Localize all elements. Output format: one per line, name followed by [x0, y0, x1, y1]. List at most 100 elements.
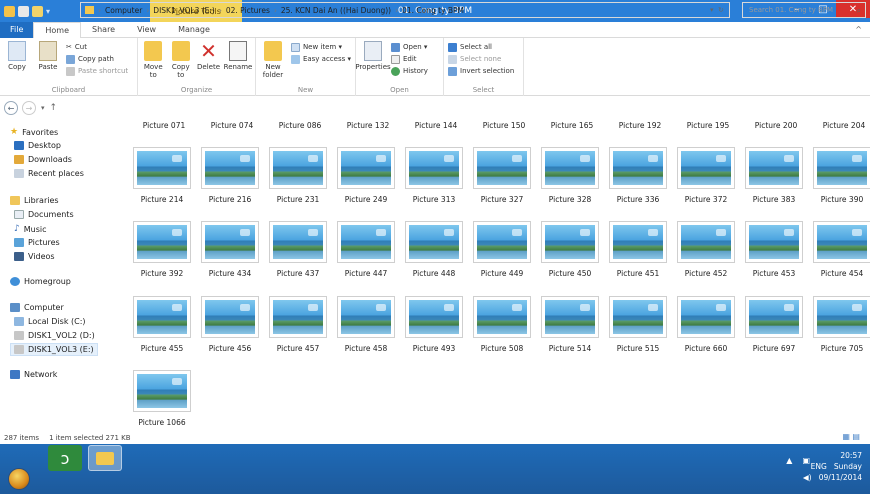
file-label[interactable]: Picture 313 — [400, 195, 468, 204]
picture-thumbnail[interactable] — [609, 147, 667, 189]
taskbar-app-green-icon[interactable]: ↄ — [48, 445, 82, 471]
file-label[interactable]: Picture 392 — [128, 269, 196, 278]
recent-locations-chevron-icon[interactable]: ▾ — [41, 104, 45, 112]
refresh-icon[interactable]: ↻ — [718, 6, 724, 14]
file-label[interactable]: Picture 697 — [740, 344, 808, 353]
file-label[interactable]: Picture 458 — [332, 344, 400, 353]
file-label[interactable]: Picture 214 — [128, 195, 196, 204]
select-all-button[interactable]: Select all — [448, 42, 514, 52]
picture-thumbnail[interactable] — [541, 296, 599, 338]
copy-path-button[interactable]: Copy path — [66, 54, 128, 64]
tab-share[interactable]: Share — [81, 22, 126, 38]
tab-manage[interactable]: Manage — [167, 22, 221, 38]
file-label[interactable]: Picture 434 — [196, 269, 264, 278]
picture-thumbnail[interactable] — [133, 370, 191, 412]
file-label[interactable]: Picture 705 — [808, 344, 870, 353]
view-toggle-icon[interactable]: ▦ ▤ — [842, 432, 860, 441]
picture-thumbnail[interactable] — [677, 221, 735, 263]
back-button[interactable]: ← — [4, 101, 18, 115]
file-label[interactable]: Picture 086 — [266, 121, 334, 130]
new-item-button[interactable]: New item ▾ — [290, 42, 351, 52]
nav-local-disk[interactable]: Local Disk (C:) — [14, 317, 86, 326]
file-label[interactable]: Picture 457 — [264, 344, 332, 353]
picture-thumbnail[interactable] — [337, 296, 395, 338]
picture-thumbnail[interactable] — [269, 147, 327, 189]
file-label[interactable]: Picture 450 — [536, 269, 604, 278]
file-label[interactable]: Picture 195 — [674, 121, 742, 130]
nav-music[interactable]: ♪ Music — [14, 224, 47, 234]
file-label[interactable]: Picture 328 — [536, 195, 604, 204]
file-label[interactable]: Picture 453 — [740, 269, 808, 278]
nav-homegroup[interactable]: Homegroup — [10, 277, 71, 286]
nav-libraries[interactable]: Libraries — [10, 196, 59, 205]
up-arrow-icon[interactable]: ↑ — [50, 103, 58, 113]
picture-thumbnail[interactable] — [745, 147, 803, 189]
file-label[interactable]: Picture 327 — [468, 195, 536, 204]
select-none-button[interactable]: Select none — [448, 54, 514, 64]
breadcrumb-pictures[interactable]: 02. Pictures — [226, 6, 270, 15]
breadcrumb-cong-ty-bpm[interactable]: 01. Cong ty BPM — [402, 6, 464, 15]
nav-documents[interactable]: Documents — [14, 210, 74, 219]
file-label[interactable]: Picture 336 — [604, 195, 672, 204]
edit-button[interactable]: Edit — [391, 54, 428, 64]
paste-shortcut-button[interactable]: Paste shortcut — [66, 66, 128, 76]
file-label[interactable]: Picture 071 — [130, 121, 198, 130]
file-label[interactable]: Picture 493 — [400, 344, 468, 353]
picture-thumbnail[interactable] — [677, 296, 735, 338]
ribbon-expand-icon[interactable]: ^ — [855, 25, 862, 34]
file-label[interactable]: Picture 508 — [468, 344, 536, 353]
nav-network[interactable]: Network — [10, 370, 57, 379]
search-input[interactable]: Search 01. Cong ty BPM ⌕ — [742, 2, 866, 18]
nav-videos[interactable]: Videos — [14, 252, 55, 261]
folder-icon[interactable] — [4, 5, 15, 17]
picture-thumbnail[interactable] — [813, 221, 870, 263]
file-label[interactable]: Picture 165 — [538, 121, 606, 130]
picture-thumbnail[interactable] — [473, 296, 531, 338]
file-label[interactable]: Picture 448 — [400, 269, 468, 278]
file-label[interactable]: Picture 456 — [196, 344, 264, 353]
breadcrumb-computer[interactable]: Computer — [105, 6, 142, 15]
picture-thumbnail[interactable] — [133, 147, 191, 189]
file-label[interactable]: Picture 132 — [334, 121, 402, 130]
nav-recent-places[interactable]: Recent places — [14, 169, 84, 178]
file-label[interactable]: Picture 249 — [332, 195, 400, 204]
picture-thumbnail[interactable] — [677, 147, 735, 189]
file-label[interactable]: Picture 454 — [808, 269, 870, 278]
address-box[interactable]: › Computer › DISK1_VOL3 (E:) › 02. Pictu… — [80, 2, 730, 18]
picture-thumbnail[interactable] — [269, 296, 327, 338]
forward-button[interactable]: → — [22, 101, 36, 115]
nav-disk1-vol3[interactable]: DISK1_VOL3 (E:) — [10, 343, 98, 356]
nav-pictures[interactable]: Pictures — [14, 238, 60, 247]
breadcrumb-kcn-dai-an[interactable]: 25. KCN Dai An ((Hai Duong)) — [281, 6, 391, 15]
language-indicator[interactable]: ENG — [811, 462, 827, 471]
file-label[interactable]: Picture 231 — [264, 195, 332, 204]
file-label[interactable]: Picture 150 — [470, 121, 538, 130]
tab-home[interactable]: Home — [33, 22, 82, 38]
picture-thumbnail[interactable] — [133, 296, 191, 338]
chevron-down-icon[interactable]: ▾ — [46, 7, 50, 16]
picture-thumbnail[interactable] — [405, 296, 463, 338]
volume-icon[interactable]: ◀) — [803, 473, 812, 482]
history-button[interactable]: History — [391, 66, 428, 76]
picture-thumbnail[interactable] — [405, 147, 463, 189]
file-label[interactable]: Picture 452 — [672, 269, 740, 278]
file-label[interactable]: Picture 204 — [810, 121, 870, 130]
picture-thumbnail[interactable] — [269, 221, 327, 263]
nav-disk1-vol2[interactable]: DISK1_VOL2 (D:) — [14, 331, 95, 340]
file-label[interactable]: Picture 144 — [402, 121, 470, 130]
file-label[interactable]: Picture 447 — [332, 269, 400, 278]
picture-thumbnail[interactable] — [745, 221, 803, 263]
tray-arrow-icon[interactable]: ▲ — [786, 456, 792, 465]
picture-thumbnail[interactable] — [609, 221, 667, 263]
breadcrumb-disk[interactable]: DISK1_VOL3 (E:) — [153, 6, 215, 15]
new-folder-icon[interactable] — [32, 5, 43, 17]
properties-icon[interactable] — [18, 5, 29, 17]
file-label[interactable]: Picture 514 — [536, 344, 604, 353]
picture-thumbnail[interactable] — [405, 221, 463, 263]
clock[interactable]: 20:57 ENG Sunday ◀) 09/11/2014 — [803, 450, 862, 483]
file-label[interactable]: Picture 455 — [128, 344, 196, 353]
picture-thumbnail[interactable] — [133, 221, 191, 263]
cut-button[interactable]: ✂ Cut — [66, 42, 128, 52]
file-label[interactable]: Picture 074 — [198, 121, 266, 130]
easy-access-button[interactable]: Easy access ▾ — [290, 54, 351, 64]
